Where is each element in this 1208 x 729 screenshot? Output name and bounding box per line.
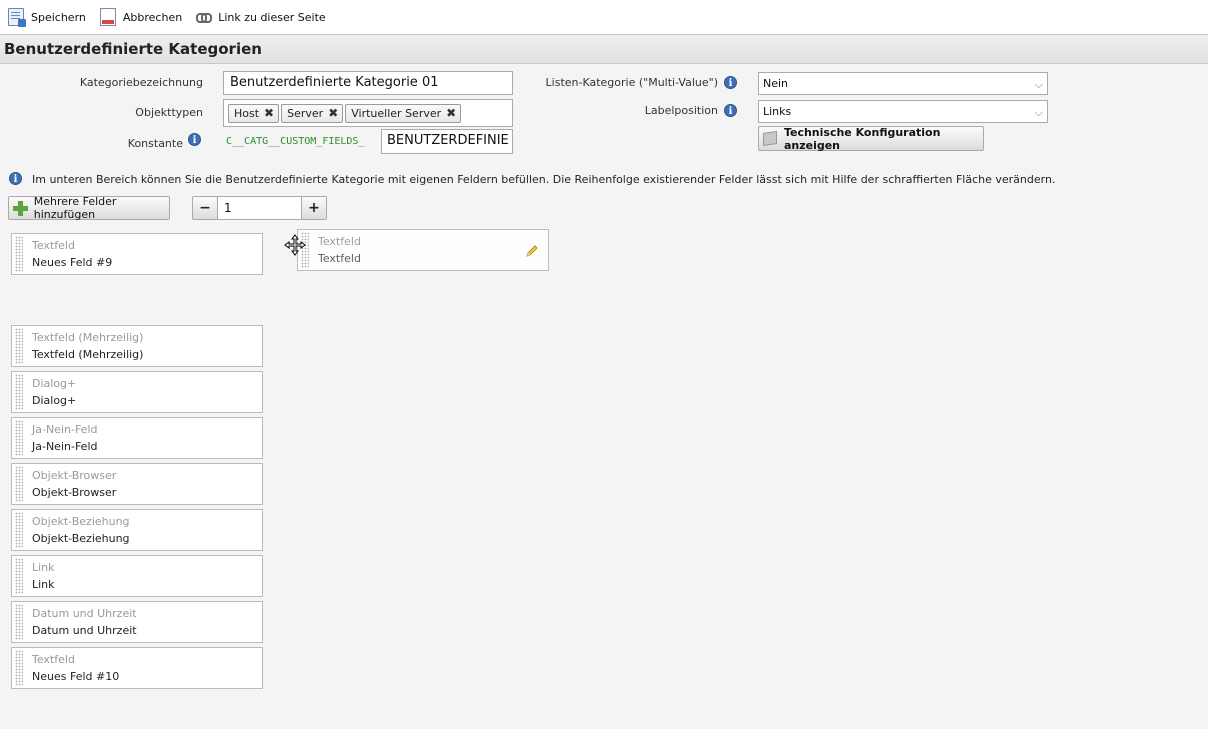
- add-multiple-fields-label: Mehrere Felder hinzufügen: [33, 195, 117, 221]
- field-type: Textfeld: [32, 653, 75, 666]
- field-name: Link: [32, 578, 55, 591]
- tech-config-button[interactable]: Technische Konfiguration anzeigen: [758, 125, 984, 152]
- dragged-field-card[interactable]: Textfeld Textfeld: [297, 229, 549, 271]
- plus-icon: [13, 200, 28, 216]
- remove-tag-icon[interactable]: ✖: [328, 106, 338, 120]
- list-category-value: Nein: [763, 77, 789, 90]
- objecttypes-label: Objekttypen: [135, 106, 203, 119]
- objecttype-tag-server: Server ✖: [281, 103, 344, 123]
- constant-input[interactable]: BENUTZERDEFINIE: [381, 129, 513, 154]
- field-type: Ja-Nein-Feld: [32, 423, 98, 436]
- constant-label: Konstante: [127, 137, 183, 150]
- add-multiple-fields-button[interactable]: Mehrere Felder hinzufügen: [8, 195, 170, 221]
- field-name: Dialog+: [32, 394, 77, 407]
- page-title: Benutzerdefinierte Kategorien: [4, 40, 262, 58]
- constant-prefix: C__CATG__CUSTOM_FIELDS_: [226, 136, 365, 147]
- save-button[interactable]: Speichern: [8, 8, 86, 27]
- toolbar: Speichern Abbrechen Link zu dieser Seite: [0, 0, 1208, 34]
- drag-handle[interactable]: [15, 650, 23, 686]
- drag-handle[interactable]: [15, 236, 23, 272]
- cancel-button[interactable]: Abbrechen: [99, 8, 183, 26]
- label-position-label: Labelposition: [644, 104, 718, 117]
- info-icon: i: [9, 172, 22, 185]
- field-type: Dialog+: [32, 377, 77, 390]
- move-cursor-icon: [284, 234, 306, 256]
- decrement-button[interactable]: −: [192, 196, 218, 220]
- link-to-page-button[interactable]: Link zu dieser Seite: [196, 10, 326, 24]
- drag-handle[interactable]: [15, 604, 23, 640]
- save-label: Speichern: [31, 10, 86, 24]
- tech-config-label: Technische Konfiguration anzeigen: [783, 125, 941, 152]
- label-position-select[interactable]: Links ⌵: [758, 100, 1048, 123]
- drag-handle[interactable]: [15, 512, 23, 548]
- link-label: Link zu dieser Seite: [218, 10, 326, 24]
- field-name: Objekt-Browser: [32, 486, 117, 499]
- chevron-down-icon: ⌵: [1034, 78, 1043, 91]
- drag-handle[interactable]: [15, 466, 23, 502]
- category-name-label: Kategoriebezeichnung: [79, 76, 203, 89]
- cube-icon: [763, 131, 777, 146]
- constant-info-icon[interactable]: i: [188, 133, 201, 146]
- field-card[interactable]: Datum und Uhrzeit Datum und Uhrzeit: [11, 601, 263, 643]
- field-type: Objekt-Browser: [32, 469, 117, 482]
- drag-handle[interactable]: [15, 328, 23, 364]
- remove-tag-icon[interactable]: ✖: [264, 106, 274, 120]
- field-name: Textfeld: [318, 252, 361, 265]
- field-type: Link: [32, 561, 55, 574]
- label-position-value: Links: [763, 105, 792, 118]
- page-title-bar: Benutzerdefinierte Kategorien: [0, 34, 1208, 64]
- field-card[interactable]: Link Link: [11, 555, 263, 597]
- list-category-select[interactable]: Nein ⌵: [758, 72, 1048, 95]
- field-card[interactable]: Textfeld Neues Feld #10: [11, 647, 263, 689]
- field-name: Datum und Uhrzeit: [32, 624, 137, 637]
- objecttype-tag-host: Host ✖: [228, 103, 280, 123]
- field-type: Textfeld: [318, 235, 361, 248]
- field-card[interactable]: Dialog+ Dialog+: [11, 371, 263, 413]
- field-name: Neues Feld #9: [32, 256, 113, 269]
- save-icon: [8, 8, 26, 27]
- field-count-input[interactable]: 1: [217, 196, 302, 220]
- cancel-icon: [99, 8, 116, 26]
- field-name: Ja-Nein-Feld: [32, 440, 98, 453]
- list-category-label: Listen-Kategorie ("Multi-Value"): [545, 76, 718, 89]
- chevron-down-icon: ⌵: [1034, 106, 1043, 119]
- list-category-info-icon[interactable]: i: [724, 76, 737, 89]
- category-name-input[interactable]: Benutzerdefinierte Kategorie 01: [223, 71, 513, 95]
- drag-handle[interactable]: [15, 558, 23, 594]
- field-card[interactable]: Textfeld (Mehrzeilig) Textfeld (Mehrzeil…: [11, 325, 263, 367]
- remove-tag-icon[interactable]: ✖: [446, 106, 456, 120]
- label-position-info-icon[interactable]: i: [724, 104, 737, 117]
- link-icon: [196, 12, 213, 23]
- field-card[interactable]: Ja-Nein-Feld Ja-Nein-Feld: [11, 417, 263, 459]
- objecttypes-tag-input[interactable]: Host ✖ Server ✖ Virtueller Server ✖: [223, 99, 513, 127]
- field-card[interactable]: Objekt-Beziehung Objekt-Beziehung: [11, 509, 263, 551]
- field-name: Objekt-Beziehung: [32, 532, 130, 545]
- cancel-label: Abbrechen: [122, 10, 183, 24]
- drag-handle[interactable]: [15, 374, 23, 410]
- field-type: Textfeld (Mehrzeilig): [32, 331, 144, 344]
- main-content: Kategoriebezeichnung Benutzerdefinierte …: [0, 64, 1208, 729]
- field-card[interactable]: Objekt-Browser Objekt-Browser: [11, 463, 263, 505]
- field-name: Textfeld (Mehrzeilig): [32, 348, 144, 361]
- field-type: Textfeld: [32, 239, 75, 252]
- increment-button[interactable]: +: [301, 196, 327, 220]
- info-text: Im unteren Bereich können Sie die Benutz…: [32, 173, 1056, 186]
- field-name: Neues Feld #10: [32, 670, 120, 683]
- field-type: Datum und Uhrzeit: [32, 607, 137, 620]
- field-card[interactable]: Textfeld Neues Feld #9: [11, 233, 263, 275]
- pencil-icon[interactable]: [524, 243, 540, 259]
- objecttype-tag-virtual-server: Virtueller Server ✖: [345, 103, 462, 123]
- field-type: Objekt-Beziehung: [32, 515, 130, 528]
- drag-handle[interactable]: [15, 420, 23, 456]
